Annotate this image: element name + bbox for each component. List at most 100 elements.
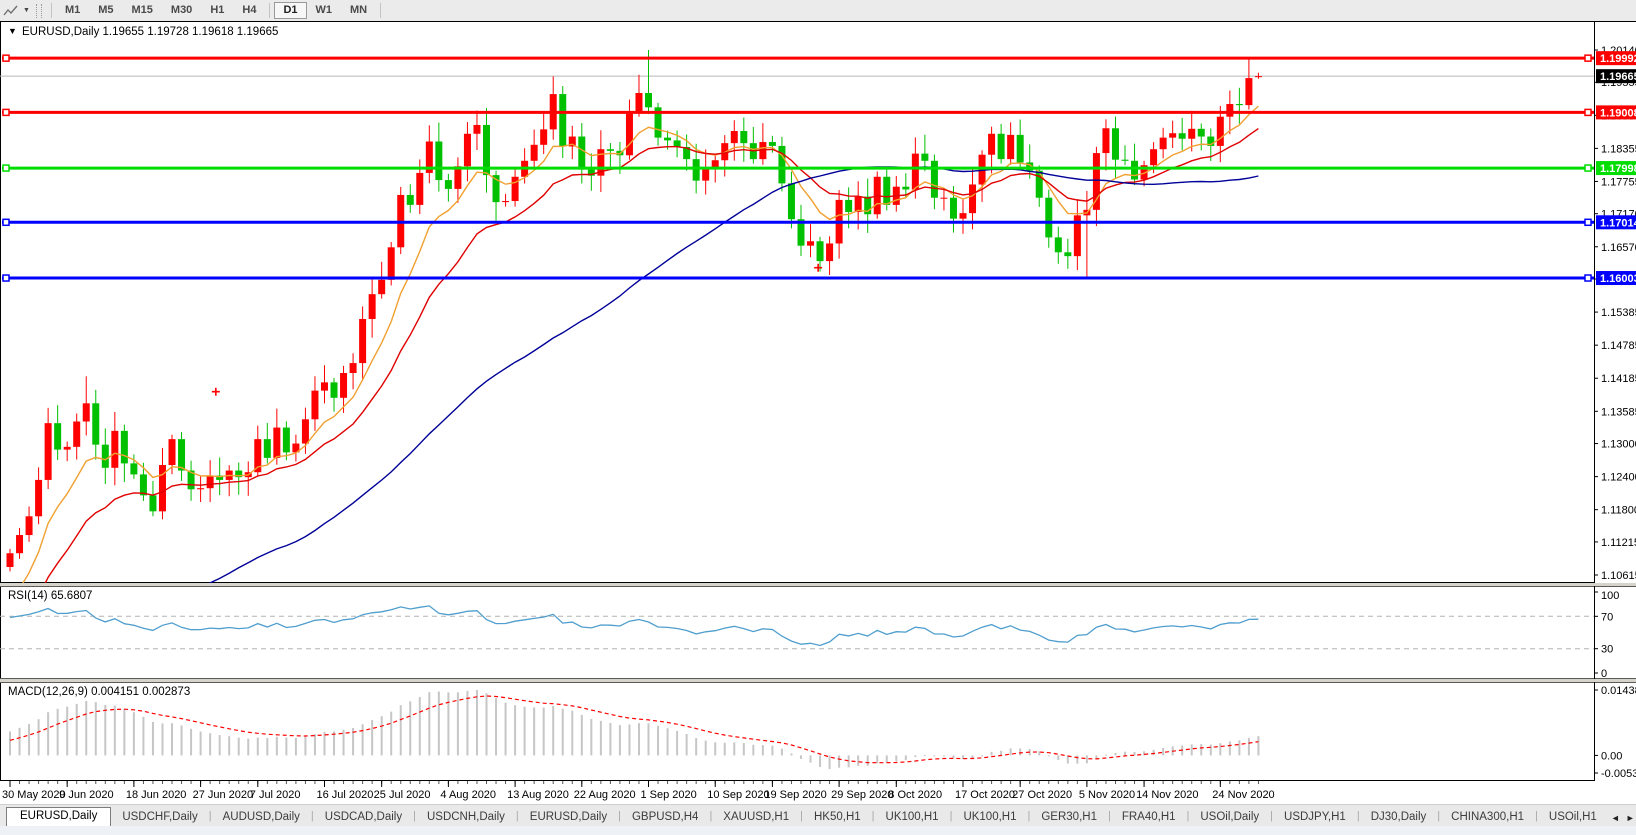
tab-scroll-left-icon[interactable]: ◄ [1608, 813, 1623, 827]
line-end-handle[interactable] [1584, 54, 1592, 62]
chart-tab-usdcad-daily[interactable]: USDCAD,Daily [314, 808, 413, 827]
macd-histogram-bar [580, 714, 583, 756]
macd-histogram-bar [113, 705, 116, 756]
line-end-handle[interactable] [1584, 164, 1592, 172]
macd-histogram-bar [714, 742, 717, 756]
timeframe-button-m5[interactable]: M5 [89, 2, 122, 19]
candle-body [1102, 128, 1110, 154]
tool-dropdown-caret[interactable]: ▼ [23, 7, 30, 14]
macd-histogram-bar [981, 755, 984, 757]
chart-tab-audusd-daily[interactable]: AUDUSD,Daily [212, 808, 311, 827]
price-axis-label: 1.18355 [1601, 143, 1636, 155]
chart-tab-eurusd-daily[interactable]: EURUSD,Daily [6, 807, 112, 827]
price-axis-label: 1.13000 [1601, 439, 1636, 451]
chart-tab-gbpusd-h4[interactable]: GBPUSD,H4 [621, 808, 709, 827]
candle-body [1188, 128, 1196, 139]
macd-histogram-bar [523, 706, 526, 756]
chart-title-caret[interactable]: ▼ [8, 26, 17, 36]
macd-histogram-bar [599, 720, 602, 756]
candle-body [168, 439, 176, 466]
macd-histogram-bar [1124, 751, 1127, 756]
macd-histogram-bar [466, 690, 469, 756]
timeframe-button-m1[interactable]: M1 [56, 2, 89, 19]
macd-histogram-bar [1247, 737, 1250, 756]
chart-tab-usdcnh-daily[interactable]: USDCNH,Daily [416, 808, 516, 827]
chart-tab-china300-h1[interactable]: CHINA300,H1 [1440, 808, 1535, 827]
line-end-handle[interactable] [2, 54, 10, 62]
rsi-line [9, 605, 1259, 647]
candle-body [130, 463, 138, 475]
macd-histogram-bar [733, 742, 736, 756]
macd-histogram-bar [18, 727, 21, 756]
rsi-axis-label: 70 [1601, 611, 1613, 623]
macd-histogram-bar [209, 733, 212, 756]
macd-histogram-bar [1114, 752, 1117, 756]
statusbar-filler [0, 826, 1636, 835]
timeframe-button-h1[interactable]: H1 [201, 2, 233, 19]
timeframe-button-m15[interactable]: M15 [123, 2, 162, 19]
main-chart-panel[interactable]: 1.201401.195551.189551.183551.177551.171… [0, 21, 1636, 583]
arrow-marker[interactable] [814, 263, 823, 272]
candle-body [635, 92, 643, 112]
macd-histogram-bar [1219, 743, 1222, 756]
line-end-handle[interactable] [2, 274, 10, 282]
candle-body [816, 241, 824, 262]
chart-tab-usoil-daily[interactable]: USOil,Daily [1189, 808, 1270, 827]
macd-histogram-bar [561, 708, 564, 756]
line-end-handle[interactable] [1584, 274, 1592, 282]
chart-tab-xauusd-h1[interactable]: XAUUSD,H1 [712, 808, 800, 827]
macd-histogram-bar [171, 723, 174, 756]
chart-tab-ger30-h1[interactable]: GER30,H1 [1030, 808, 1108, 827]
chart-tab-usoil-h1[interactable]: USOil,H1 [1538, 808, 1608, 827]
chart-tab-eurusd-daily[interactable]: EURUSD,Daily [519, 808, 618, 827]
macd-histogram-bar [256, 737, 259, 756]
chart-tab-dj30-daily[interactable]: DJ30,Daily [1360, 808, 1438, 827]
macd-histogram-bar [838, 755, 841, 768]
timeframe-button-d1[interactable]: D1 [274, 2, 307, 19]
macd-histogram-bar [361, 724, 364, 756]
timeframe-button-m30[interactable]: M30 [162, 2, 201, 19]
macd-histogram-bar [1019, 748, 1022, 756]
arrow-marker[interactable] [211, 387, 220, 396]
line-end-handle[interactable] [2, 218, 10, 227]
line-end-handle[interactable] [2, 164, 10, 172]
candle-body [1169, 133, 1177, 138]
macd-histogram-bar [342, 729, 345, 756]
timeframe-button-mn[interactable]: MN [341, 2, 376, 19]
candle-body [111, 430, 119, 468]
candle-body [35, 479, 43, 517]
chart-tab-hk50-h1[interactable]: HK50,H1 [803, 808, 872, 827]
line-studies-icon[interactable] [3, 3, 23, 19]
timeframe-button-h4[interactable]: H4 [233, 2, 265, 19]
chart-tab-usdchf-daily[interactable]: USDCHF,Daily [111, 808, 208, 827]
date-axis-label: 29 Sep 2020 [831, 789, 893, 801]
macd-histogram-bar [1000, 750, 1003, 756]
line-end-handle[interactable] [1584, 108, 1592, 117]
timeframe-button-w1[interactable]: W1 [307, 2, 342, 19]
macd-histogram-bar [876, 755, 879, 764]
macd-histogram-bar [199, 731, 202, 756]
date-axis-label: 27 Oct 2020 [1012, 789, 1072, 801]
macd-axis-label: -0.00539 [1601, 768, 1636, 780]
candle-body [206, 475, 214, 489]
candle-body [263, 439, 271, 458]
rsi-panel[interactable]: 100 70 30 0 RSI(14) 65.6807 [0, 586, 1636, 679]
candle-body [997, 133, 1005, 160]
mt4-window: ▼ M1M5M15M30H1H4 D1W1MN 1.201401.195551.1… [0, 0, 1636, 835]
chart-tab-fra40-h1[interactable]: FRA40,H1 [1111, 808, 1187, 827]
macd-axis-label: 0.00 [1601, 750, 1622, 762]
date-axis[interactable]: 30 May 20209 Jun 2020 18 Jun 2020 27 Jun 2… [0, 781, 1636, 804]
line-end-handle[interactable] [2, 108, 10, 117]
macd-panel[interactable]: 0.014384 0.00 -0.00539 MACD(12,26,9) 0.0041… [0, 682, 1636, 781]
moving-average-17 [44, 128, 1259, 583]
macd-histogram-bar [828, 755, 831, 769]
tab-scroll-right-icon[interactable]: ► [1623, 813, 1636, 827]
toolbar-separator [269, 3, 271, 18]
line-end-handle[interactable] [1584, 218, 1592, 227]
chart-tab-uk100-h1[interactable]: UK100,H1 [952, 808, 1027, 827]
candle-body [1045, 197, 1053, 238]
macd-histogram-bar [28, 724, 31, 756]
toolbar-grip[interactable] [35, 3, 42, 18]
chart-tab-uk100-h1[interactable]: UK100,H1 [875, 808, 950, 827]
chart-tab-usdjpy-h1[interactable]: USDJPY,H1 [1273, 808, 1357, 827]
